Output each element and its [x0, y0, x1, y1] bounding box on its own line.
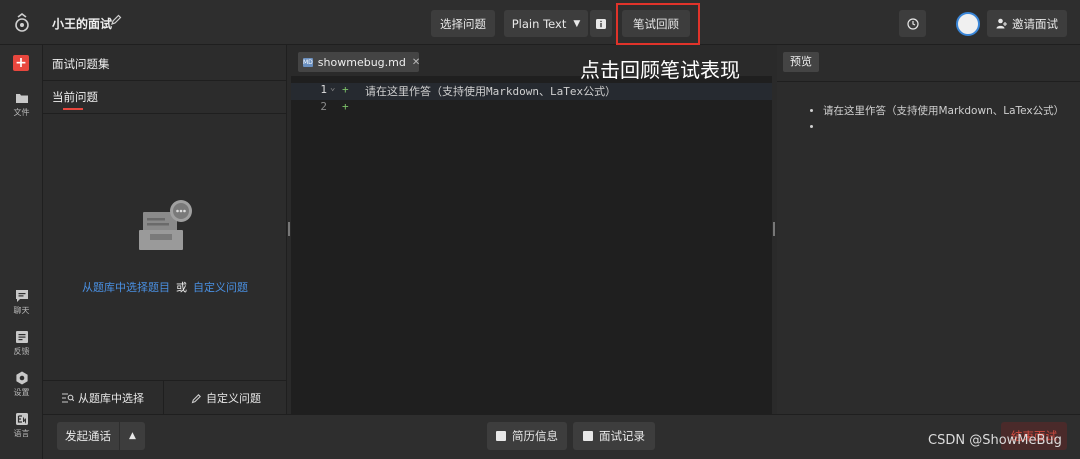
preview-panel: 预览 请在这里作答（支持使用Markdown、LaTex公式） [777, 45, 1080, 414]
caret-down-icon: ▼ [573, 18, 581, 29]
info-button[interactable] [590, 10, 612, 37]
app-window: 小王的面试 选择问题 Plain Text ▼ 笔试回顾 邀请面试 + 文件 聊… [0, 0, 1080, 459]
top-bar: 小王的面试 选择问题 Plain Text ▼ 笔试回顾 邀请面试 [0, 0, 1080, 45]
rail-item-feedback-label: 反馈 [13, 347, 30, 356]
edit-title-icon[interactable] [110, 14, 122, 26]
code-editor[interactable]: MD showmebug.md ✕ 点击回顾笔试表现 1 ⌄ + 请在这里作答（… [291, 45, 772, 414]
choose-from-bank-label: 从题库中选择 [78, 392, 144, 405]
rail-item-settings-label: 设置 [13, 388, 30, 397]
invite-interview-button[interactable]: 邀请面试 [987, 10, 1067, 37]
custom-question-button[interactable]: 自定义问题 [165, 381, 287, 415]
interview-record-button[interactable]: 面试记录 [573, 422, 655, 450]
feedback-icon [15, 331, 28, 343]
question-panel-footer: 从题库中选择 自定义问题 [43, 380, 287, 415]
user-avatar[interactable] [956, 12, 980, 36]
call-options-caret-up-icon[interactable]: ▲ [120, 422, 145, 450]
app-logo-icon[interactable] [14, 12, 30, 32]
rail-item-language[interactable]: 语言 [0, 412, 43, 439]
line-number: 2 [320, 100, 327, 113]
interview-record-label: 面试记录 [599, 429, 645, 443]
select-question-button[interactable]: 选择问题 [431, 10, 495, 37]
interview-title: 小王的面试 [52, 17, 113, 31]
pencil-icon [191, 393, 201, 403]
history-button[interactable] [899, 10, 926, 37]
add-user-icon [996, 18, 1007, 29]
rail-item-files[interactable]: 文件 [0, 91, 43, 118]
panel-resize-handle[interactable] [288, 222, 290, 236]
question-panel: 面试问题集 当前问题 从题库中选择题目或自定义问题 从题库中选择 自定义问题 [43, 45, 287, 415]
folder-icon [15, 94, 28, 103]
editor-tab-bar: MD showmebug.md ✕ 点击回顾笔试表现 [291, 45, 772, 82]
diff-added-marker: + [342, 100, 349, 113]
annotation-highlight-box [616, 3, 700, 45]
annotation-callout-text: 点击回顾笔试表现 [580, 58, 740, 82]
markdown-file-icon: MD [303, 57, 313, 67]
rail-item-chat-label: 聊天 [13, 306, 30, 315]
rail-item-chat[interactable]: 聊天 [0, 289, 43, 316]
line-number: 1 [320, 83, 327, 96]
custom-question-label: 自定义问题 [206, 392, 261, 405]
resume-icon [496, 431, 506, 441]
info-icon [596, 18, 606, 29]
fold-chevron-icon[interactable]: ⌄ [330, 83, 335, 93]
empty-inbox-icon [139, 200, 192, 250]
resume-info-label: 简历信息 [512, 429, 558, 443]
line-content: 请在这里作答（支持使用Markdown、LaTex公式） [365, 85, 617, 98]
close-tab-icon[interactable]: ✕ [412, 57, 420, 68]
question-set-title: 面试问题集 [52, 57, 110, 71]
bottom-bar: 发起通话 ▲ 简历信息 面试记录 结束面试 [43, 414, 1080, 459]
notes-icon [583, 431, 593, 441]
add-new-button[interactable]: + [13, 55, 29, 71]
preview-tab[interactable]: 预览 [783, 52, 819, 72]
list-search-icon [62, 393, 74, 403]
left-icon-rail: + 文件 聊天 反馈 设置 语言 [0, 45, 43, 459]
invite-interview-label: 邀请面试 [1012, 16, 1058, 31]
file-tab-showmebug-md[interactable]: MD showmebug.md ✕ [298, 52, 420, 72]
custom-question-link[interactable]: 自定义问题 [193, 281, 248, 294]
panel-resize-handle[interactable] [773, 222, 775, 236]
file-tab-label: showmebug.md [317, 55, 406, 69]
start-call-button[interactable]: 发起通话 [57, 422, 119, 450]
chat-icon [15, 290, 28, 302]
rail-item-files-label: 文件 [13, 108, 30, 117]
editor-line[interactable]: 2 + [291, 100, 772, 117]
language-select-label: Plain Text [511, 16, 567, 31]
active-tab-indicator [63, 108, 83, 110]
resume-info-button[interactable]: 简历信息 [487, 422, 567, 450]
language-select[interactable]: Plain Text ▼ [504, 10, 588, 37]
rail-item-feedback[interactable]: 反馈 [0, 330, 43, 357]
csdn-watermark: CSDN @ShowMeBug [928, 433, 1062, 448]
preview-header: 预览 [777, 45, 1080, 81]
choose-from-bank-link[interactable]: 从题库中选择题目 [82, 281, 170, 294]
preview-list-item: 请在这里作答（支持使用Markdown、LaTex公式） [823, 103, 1064, 119]
empty-state-actions: 从题库中选择题目或自定义问题 [43, 279, 287, 295]
choose-from-bank-button[interactable]: 从题库中选择 [43, 381, 164, 415]
preview-list-item [823, 119, 1063, 135]
tab-current-question[interactable]: 当前问题 [52, 89, 98, 105]
clock-icon [906, 17, 919, 30]
gear-icon [15, 371, 28, 385]
preview-list: 请在这里作答（支持使用Markdown、LaTex公式） [823, 103, 1064, 135]
question-panel-header: 面试问题集 [43, 45, 287, 81]
divider [777, 81, 1080, 82]
editor-line[interactable]: 1 ⌄ + 请在这里作答（支持使用Markdown、LaTex公式） [291, 83, 772, 100]
diff-added-marker: + [342, 83, 349, 96]
rail-item-settings[interactable]: 设置 [0, 371, 43, 398]
or-text: 或 [176, 281, 187, 294]
rail-item-language-label: 语言 [13, 429, 30, 438]
divider [43, 113, 287, 114]
language-icon [15, 413, 28, 425]
